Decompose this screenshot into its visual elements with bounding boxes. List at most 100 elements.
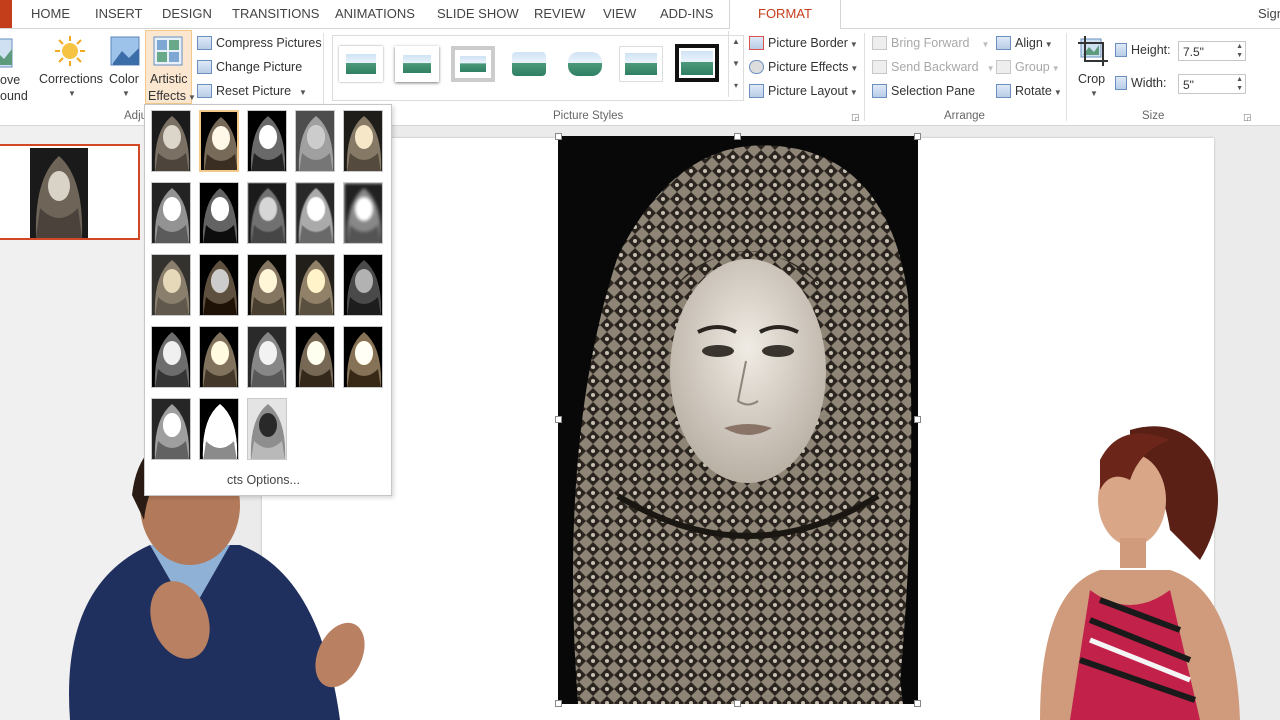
width-label-text: Width: (1131, 76, 1167, 90)
resize-handle-top[interactable] (734, 133, 741, 140)
height-spinner-icon[interactable]: ▲ ▼ (1236, 42, 1243, 60)
width-spinner-icon[interactable]: ▲ ▼ (1236, 75, 1243, 93)
gallery-scroll-buttons[interactable]: ▲ ▼ ▾ (728, 31, 743, 97)
artistic-effect-option[interactable] (247, 182, 287, 244)
artistic-effect-option[interactable] (295, 326, 335, 388)
artistic-effect-option[interactable] (199, 110, 239, 172)
artistic-effect-option[interactable] (199, 326, 239, 388)
change-picture-button[interactable]: Change Picture (197, 60, 302, 74)
artistic-effect-option[interactable] (151, 182, 191, 244)
resize-handle-bottom-left[interactable] (555, 700, 562, 707)
style-thumb-3[interactable] (451, 46, 495, 82)
artistic-effect-option[interactable] (343, 326, 383, 388)
artistic-effect-option[interactable] (295, 110, 335, 172)
remove-background-label[interactable]: ove (0, 73, 20, 87)
width-field[interactable]: 5" ▲ ▼ (1178, 74, 1246, 94)
artistic-effect-option[interactable] (199, 182, 239, 244)
tab-home[interactable]: HOME (31, 0, 70, 28)
artistic-effects-label-2[interactable]: Effects ▼ (148, 89, 196, 103)
rotate-button[interactable]: Rotate ▼ (996, 84, 1062, 98)
artistic-effect-option[interactable] (151, 326, 191, 388)
style-thumb-1[interactable] (339, 46, 383, 82)
align-button[interactable]: Align ▼ (996, 36, 1053, 50)
artistic-effect-option[interactable] (247, 326, 287, 388)
resize-handle-top-left[interactable] (555, 133, 562, 140)
picture-effects-button[interactable]: Picture Effects ▼ (749, 60, 858, 74)
resize-handle-top-right[interactable] (914, 133, 921, 140)
artistic-effect-option[interactable] (151, 110, 191, 172)
artistic-effects-label-text: Effects (148, 89, 186, 103)
artistic-effect-option[interactable] (295, 254, 335, 316)
tab-transitions[interactable]: TRANSITIONS (232, 0, 319, 28)
remove-background-label-2[interactable]: ound (0, 89, 28, 103)
tab-add-ins[interactable]: ADD-INS (660, 0, 713, 28)
send-backward-icon (872, 60, 887, 74)
picture-border-button[interactable]: Picture Border ▼ (749, 36, 858, 50)
style-thumb-5[interactable] (563, 46, 607, 82)
file-tab[interactable] (0, 0, 12, 28)
artistic-effect-option[interactable] (343, 254, 383, 316)
resize-handle-bottom[interactable] (734, 700, 741, 707)
resize-handle-right[interactable] (914, 416, 921, 423)
crop-button[interactable]: Crop (1078, 72, 1105, 86)
style-thumb-2[interactable] (395, 46, 439, 82)
slide-thumbnail-1[interactable] (0, 144, 140, 240)
picture-effects-chevron-icon: ▼ (850, 64, 859, 73)
picture-layout-button[interactable]: Picture Layout ▼ (749, 84, 858, 98)
align-label: Align (1015, 36, 1043, 50)
artistic-effect-option[interactable] (247, 254, 287, 316)
tab-animations[interactable]: ANIMATIONS (335, 0, 415, 28)
compress-pictures-button[interactable]: Compress Pictures (197, 36, 322, 50)
color-button[interactable]: Color (109, 72, 139, 86)
style-thumb-4[interactable] (507, 46, 551, 82)
corrections-chevron-icon[interactable]: ▼ (68, 89, 76, 98)
tab-format[interactable]: FORMAT (729, 0, 841, 29)
remove-background-icon[interactable] (0, 37, 14, 69)
resize-handle-bottom-right[interactable] (914, 700, 921, 707)
picture-styles-launcher-icon[interactable]: ◲ (851, 112, 860, 123)
align-icon (996, 36, 1011, 50)
crop-icon[interactable] (1077, 35, 1109, 67)
effect-preview-image (152, 111, 190, 171)
color-chevron-icon[interactable]: ▼ (122, 89, 130, 98)
artistic-effect-option[interactable] (199, 254, 239, 316)
tab-insert[interactable]: INSERT (95, 0, 142, 28)
style-thumb-7[interactable] (675, 44, 719, 82)
artistic-effect-option[interactable] (247, 110, 287, 172)
size-launcher-icon[interactable]: ◲ (1243, 112, 1252, 123)
slide-thumbnail-image (30, 148, 88, 238)
artistic-effect-option[interactable] (199, 398, 239, 460)
artistic-effect-option[interactable] (343, 110, 383, 172)
size-group-label: Size (1142, 110, 1165, 122)
tab-view[interactable]: VIEW (603, 0, 636, 28)
artistic-effects-label[interactable]: Artistic (150, 72, 188, 86)
tab-slide-show[interactable]: SLIDE SHOW (437, 0, 519, 28)
artistic-effect-option[interactable] (247, 398, 287, 460)
corrections-button[interactable]: Corrections (39, 72, 103, 86)
resize-handle-left[interactable] (555, 416, 562, 423)
group-chevron-icon: ▼ (1051, 64, 1060, 73)
reset-picture-button[interactable]: Reset Picture ▼ (197, 84, 307, 98)
send-backward-button[interactable]: Send Backward ▼ (872, 60, 994, 74)
style-thumb-image (625, 53, 657, 75)
effect-preview-image (248, 399, 286, 459)
style-thumb-6[interactable] (619, 46, 663, 82)
height-field[interactable]: 7.5" ▲ ▼ (1178, 41, 1246, 61)
selected-picture[interactable] (558, 136, 918, 704)
effect-preview-image (152, 327, 190, 387)
artistic-effect-option[interactable] (151, 398, 191, 460)
color-icon[interactable] (109, 35, 141, 67)
tab-review[interactable]: REVIEW (534, 0, 585, 28)
corrections-icon[interactable] (54, 35, 86, 67)
tab-design[interactable]: DESIGN (162, 0, 212, 28)
group-button[interactable]: Group ▼ (996, 60, 1060, 74)
bring-forward-button[interactable]: Bring Forward ▼ (872, 36, 989, 50)
selection-pane-button[interactable]: Selection Pane (872, 84, 975, 98)
crop-chevron-icon[interactable]: ▼ (1090, 89, 1098, 98)
sign-in-link[interactable]: Sign (1258, 0, 1280, 28)
artistic-effects-icon[interactable] (152, 35, 184, 67)
artistic-effect-option[interactable] (295, 182, 335, 244)
artistic-effect-option[interactable] (151, 254, 191, 316)
artistic-effects-options-link[interactable]: cts Options... (227, 473, 300, 487)
artistic-effect-option[interactable] (343, 182, 383, 244)
